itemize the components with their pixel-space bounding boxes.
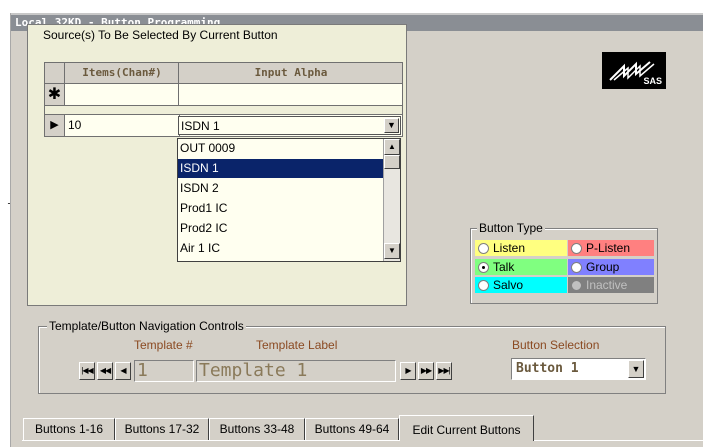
button-type-title: Button Type — [477, 221, 545, 235]
radio-dot — [571, 262, 582, 273]
template-label-label: Template Label — [256, 338, 338, 352]
radio-inactive[interactable]: Inactive — [568, 277, 654, 293]
radio-p-listen[interactable]: P-Listen — [568, 240, 654, 256]
new-row-items-cell[interactable] — [65, 84, 179, 105]
radio-dot-checked — [478, 262, 489, 273]
last-template-icon[interactable]: ▶▶| — [436, 362, 452, 380]
tab-edit-current-buttons[interactable]: Edit Current Buttons — [399, 415, 534, 441]
radio-listen[interactable]: Listen — [475, 240, 567, 256]
sas-logo: SAS — [602, 52, 666, 89]
tab-buttons-49-64[interactable]: Buttons 49-64 — [305, 418, 399, 440]
next-template-icon[interactable]: ▶ — [400, 362, 416, 380]
button-selection-label: Button Selection — [512, 338, 600, 352]
template-label-field[interactable]: Template 1 — [196, 360, 396, 382]
scroll-up-icon[interactable]: ▲ — [384, 139, 400, 155]
radio-label: Talk — [493, 260, 515, 274]
radio-label: Salvo — [493, 278, 524, 292]
radio-talk[interactable]: Talk — [475, 259, 567, 275]
radio-label: P-Listen — [586, 241, 631, 255]
dropdown-option[interactable]: Prod2 IC — [178, 219, 384, 238]
prev-template-icon[interactable]: ◀ — [115, 362, 131, 380]
button-selection-value: Button 1 — [516, 361, 579, 376]
chevron-down-icon[interactable]: ▼ — [384, 118, 399, 133]
logo-text: SAS — [643, 76, 662, 86]
grid-corner — [45, 63, 65, 83]
sources-grid-header: Items(Chan#) Input Alpha — [44, 62, 403, 84]
radio-label: Group — [586, 260, 620, 274]
template-number-label: Template # — [134, 338, 193, 352]
radio-dot — [571, 280, 582, 291]
template-number-field[interactable]: 1 — [134, 360, 194, 382]
input-alpha-dropdown-list[interactable]: OUT 0009 ISDN 1 ISDN 2 Prod1 IC Prod2 IC… — [177, 138, 401, 262]
scroll-thumb[interactable] — [384, 155, 400, 169]
radio-dot — [478, 243, 489, 254]
sources-title: Source(s) To Be Selected By Current Butt… — [43, 28, 278, 42]
tab-buttons-1-16[interactable]: Buttons 1-16 — [23, 418, 115, 440]
dropdown-option[interactable]: ISDN 2 — [178, 179, 384, 198]
scroll-down-icon[interactable]: ▼ — [384, 243, 400, 259]
first-template-icon[interactable]: |◀◀ — [79, 362, 95, 380]
column-header-input-alpha[interactable]: Input Alpha — [180, 63, 402, 83]
current-row-arrow-icon: ▶ — [45, 115, 65, 136]
grid-spacer — [44, 106, 403, 114]
radio-dot — [571, 243, 582, 254]
column-header-items[interactable]: Items(Chan#) — [66, 63, 179, 83]
dropdown-option[interactable]: OUT 0009 — [178, 139, 384, 158]
dropdown-option-selected[interactable]: ISDN 1 — [178, 159, 384, 178]
next-fast-icon[interactable]: ▶▶ — [418, 362, 434, 380]
dropdown-option[interactable]: Air 1 IC — [178, 239, 384, 258]
dropdown-scrollbar[interactable]: ▲ ▼ — [383, 139, 400, 261]
current-row-items-cell[interactable]: 10 — [68, 118, 81, 132]
prev-fast-icon[interactable]: ◀◀ — [97, 362, 113, 380]
radio-label: Listen — [493, 241, 526, 255]
tab-buttons-33-48[interactable]: Buttons 33-48 — [209, 418, 305, 440]
radio-salvo[interactable]: Salvo — [475, 277, 567, 293]
tab-buttons-17-32[interactable]: Buttons 17-32 — [115, 418, 209, 440]
chevron-down-icon[interactable]: ▼ — [628, 360, 644, 378]
input-alpha-value: ISDN 1 — [181, 119, 220, 133]
input-alpha-combobox[interactable]: ISDN 1 ▼ — [178, 116, 401, 135]
radio-label: Inactive — [586, 278, 628, 292]
grid-new-row[interactable]: ✱ — [44, 84, 403, 106]
radio-group[interactable]: Group — [568, 259, 654, 275]
button-selection-combobox[interactable]: Button 1 ▼ — [511, 358, 646, 380]
dropdown-option[interactable]: Prod1 IC — [178, 199, 384, 218]
radio-dot — [478, 280, 489, 291]
tab-strip-line — [22, 440, 703, 441]
navigation-controls-title: Template/Button Navigation Controls — [47, 319, 246, 333]
new-row-asterisk-icon: ✱ — [45, 84, 65, 105]
